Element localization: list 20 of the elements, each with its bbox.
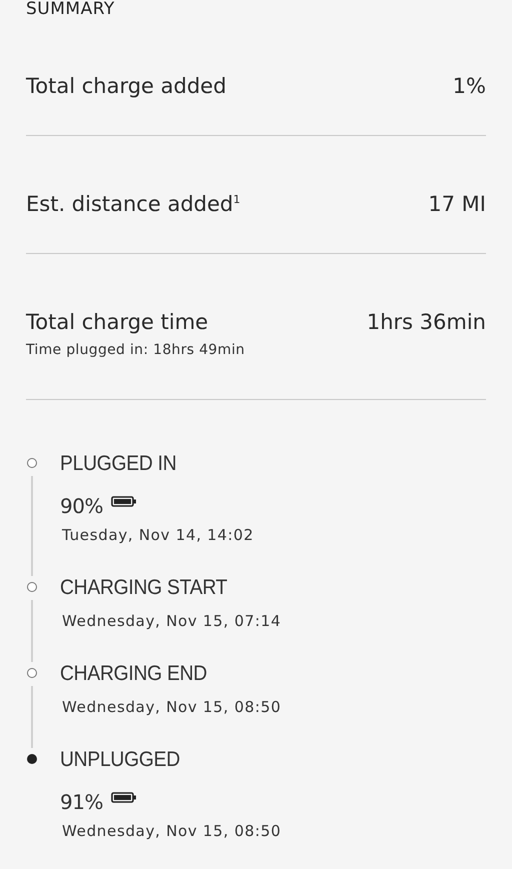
section-title: SUMMARY	[26, 0, 116, 18]
summary-label: Est. distance added$^{1}$	[26, 192, 240, 216]
summary-value: 1hrs 36min	[366, 310, 486, 334]
event-date: Wednesday, Nov 15, 08:50	[62, 822, 282, 840]
summary-label: Total charge added	[26, 74, 226, 98]
summary-label: Total charge time	[26, 310, 208, 334]
event-title: PLUGGED IN	[60, 452, 176, 476]
event-date: Wednesday, Nov 15, 07:14	[62, 612, 282, 630]
event-title: CHARGING START	[60, 576, 228, 600]
summary-detail: Time plugged in: 18hrs 49min	[26, 342, 246, 358]
summary-value: 1%	[452, 74, 486, 98]
event-date: Wednesday, Nov 15, 08:50	[62, 698, 282, 716]
battery-icon	[110, 496, 137, 507]
battery-percent: 90%	[60, 494, 103, 518]
event-title: CHARGING END	[60, 662, 207, 686]
event-date: Tuesday, Nov 14, 14:02	[62, 526, 255, 544]
battery-percent: 91%	[60, 790, 103, 814]
battery-icon	[110, 792, 137, 803]
summary-value: 17 MI	[428, 192, 486, 216]
event-title: UNPLUGGED	[60, 748, 180, 772]
